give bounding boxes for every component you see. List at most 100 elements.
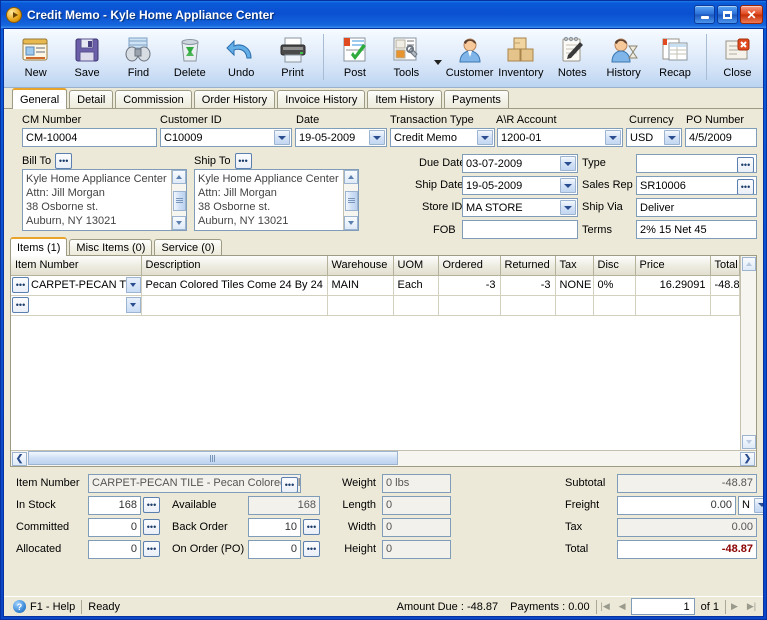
toolbar-notes-button[interactable]: Notes xyxy=(547,32,598,79)
allocated-ellipsis-button[interactable]: ••• xyxy=(143,541,160,557)
freight-taxable-combo[interactable]: N xyxy=(738,495,763,515)
col-warehouse[interactable]: Warehouse xyxy=(327,256,394,276)
toolbar-history-button[interactable]: History xyxy=(598,32,649,79)
grid-scroll-up-icon[interactable] xyxy=(741,257,756,271)
committed-ellipsis-button[interactable]: ••• xyxy=(143,519,160,535)
on-order-po-value[interactable]: 0 xyxy=(248,539,301,559)
back-order-value[interactable]: 10 xyxy=(248,517,301,537)
nav-next-button[interactable]: ▶ xyxy=(726,599,743,614)
tab-order-history[interactable]: Order History xyxy=(193,90,276,108)
col-tax[interactable]: Tax xyxy=(555,256,594,276)
type-ellipsis-button[interactable]: ••• xyxy=(737,157,754,172)
tab-detail[interactable]: Detail xyxy=(69,90,114,108)
toolbar-tools-button[interactable]: Tools xyxy=(381,32,432,79)
row-1-ordered[interactable]: -3 xyxy=(438,275,501,296)
tab-general[interactable]: General xyxy=(12,88,68,109)
toolbar-print-button[interactable]: Print xyxy=(267,32,318,79)
bill-to-scroll-thumb[interactable] xyxy=(172,190,186,211)
help-section[interactable]: ? F1 - Help xyxy=(7,599,81,615)
terms-input[interactable]: 2% 15 Net 45 xyxy=(636,220,757,239)
col-returned[interactable]: Returned xyxy=(500,256,556,276)
due-date-combo[interactable]: 03-07-2009 xyxy=(462,154,578,173)
row-1-ellipsis-button[interactable]: ••• xyxy=(12,277,29,293)
in-stock-ellipsis-button[interactable]: ••• xyxy=(143,497,160,513)
detail-item-number-value[interactable]: CARPET-PECAN TILE - Pecan Colored Tiles … xyxy=(88,473,301,493)
sales-rep-input[interactable]: SR10006 ••• xyxy=(636,176,757,195)
row-2-uom[interactable] xyxy=(393,295,439,316)
table-row[interactable]: ••• CARPET-PECAN TI Pecan Colored Tiles … xyxy=(11,275,740,296)
ship-to-scroll-up-icon[interactable] xyxy=(344,170,358,184)
row-1-returned[interactable]: -3 xyxy=(500,275,556,296)
tab-payments[interactable]: Payments xyxy=(444,90,509,108)
cm-number-input[interactable]: CM-10004 xyxy=(22,128,157,147)
bill-to-ellipsis-button[interactable]: ••• xyxy=(55,153,73,169)
tab-commission[interactable]: Commission xyxy=(115,90,192,108)
toolbar-delete-button[interactable]: Delete xyxy=(164,32,215,79)
allocated-value[interactable]: 0 xyxy=(88,539,141,559)
row-1-uom[interactable]: Each xyxy=(393,275,439,296)
cell-item-number[interactable]: ••• CARPET-PECAN TI xyxy=(11,275,142,296)
ship-via-input[interactable]: Deliver xyxy=(636,198,757,217)
row-2-warehouse[interactable] xyxy=(327,295,394,316)
store-id-dropdown-arrow-icon[interactable] xyxy=(560,200,576,215)
on-order-po-ellipsis-button[interactable]: ••• xyxy=(303,541,320,557)
col-total[interactable]: Total xyxy=(710,256,740,276)
back-order-ellipsis-button[interactable]: ••• xyxy=(303,519,320,535)
col-description[interactable]: Description xyxy=(141,256,328,276)
nav-first-button[interactable]: |◀ xyxy=(597,599,614,614)
currency-dropdown-arrow-icon[interactable] xyxy=(664,130,680,145)
cell-item-number-empty[interactable]: ••• xyxy=(11,295,142,316)
col-uom[interactable]: UOM xyxy=(393,256,439,276)
row-1-description[interactable]: Pecan Colored Tiles Come 24 By 24 xyxy=(141,275,328,296)
ship-to-scroll-down-icon[interactable] xyxy=(344,216,358,230)
grid-hscroll-thumb[interactable] xyxy=(28,451,398,465)
row-2-price[interactable] xyxy=(635,295,711,316)
ship-to-address[interactable]: Kyle Home Appliance Center Attn: Jill Mo… xyxy=(194,169,359,231)
toolbar-new-button[interactable]: New xyxy=(10,32,61,79)
date-dropdown-arrow-icon[interactable] xyxy=(369,130,385,145)
col-item-number[interactable]: Item Number xyxy=(11,256,142,276)
grid-scroll-down-icon[interactable] xyxy=(741,435,756,449)
col-disc[interactable]: Disc xyxy=(593,256,636,276)
ar-account-combo[interactable]: 1200-01 xyxy=(497,128,623,147)
committed-value[interactable]: 0 xyxy=(88,517,141,537)
detail-item-ellipsis-button[interactable]: ••• xyxy=(281,476,298,492)
nav-last-button[interactable]: ▶| xyxy=(743,599,760,614)
tools-dropdown-arrow-icon[interactable] xyxy=(432,60,444,65)
grid-vertical-scrollbar[interactable] xyxy=(740,256,756,450)
ar-account-dropdown-arrow-icon[interactable] xyxy=(605,130,621,145)
toolbar-find-button[interactable]: Find xyxy=(113,32,164,79)
maximize-button[interactable] xyxy=(717,5,738,24)
bill-to-address[interactable]: Kyle Home Appliance Center Attn: Jill Mo… xyxy=(22,169,187,231)
grid-horizontal-scrollbar[interactable]: ❮ ❯ xyxy=(11,450,756,466)
customer-id-combo[interactable]: C10009 xyxy=(160,128,292,147)
toolbar-post-button[interactable]: Post xyxy=(329,32,380,79)
row-1-price[interactable]: 16.29091 xyxy=(635,275,711,296)
toolbar-inventory-button[interactable]: Inventory xyxy=(495,32,546,79)
close-button[interactable]: ✕ xyxy=(740,5,763,24)
toolbar-close-button[interactable]: Close xyxy=(712,32,763,79)
row-2-dropdown-arrow-icon[interactable] xyxy=(125,297,140,313)
row-1-tax[interactable]: NONE xyxy=(555,275,594,296)
tab-invoice-history[interactable]: Invoice History xyxy=(277,90,366,108)
row-2-description[interactable] xyxy=(141,295,328,316)
freight-taxable-dropdown-arrow-icon[interactable] xyxy=(754,497,763,513)
fob-input[interactable] xyxy=(462,220,578,239)
tab-item-history[interactable]: Item History xyxy=(367,90,443,108)
grid-scroll-left-icon[interactable]: ❮ xyxy=(12,451,27,466)
customer-id-dropdown-arrow-icon[interactable] xyxy=(274,130,290,145)
toolbar-save-button[interactable]: Save xyxy=(61,32,112,79)
row-2-ordered[interactable] xyxy=(438,295,501,316)
toolbar-customer-button[interactable]: Customer xyxy=(444,32,495,79)
in-stock-value[interactable]: 168 xyxy=(88,495,141,515)
table-row[interactable]: ••• xyxy=(11,295,740,316)
ship-to-ellipsis-button[interactable]: ••• xyxy=(234,153,252,169)
grid-scroll-right-icon[interactable]: ❯ xyxy=(740,451,755,466)
row-2-ellipsis-button[interactable]: ••• xyxy=(12,297,29,313)
ship-date-dropdown-arrow-icon[interactable] xyxy=(560,178,576,193)
ship-to-scrollbar[interactable] xyxy=(343,170,358,230)
row-2-total[interactable] xyxy=(710,295,740,316)
row-1-dropdown-arrow-icon[interactable] xyxy=(125,277,140,293)
row-1-disc[interactable]: 0% xyxy=(593,275,636,296)
bill-to-scrollbar[interactable] xyxy=(171,170,186,230)
